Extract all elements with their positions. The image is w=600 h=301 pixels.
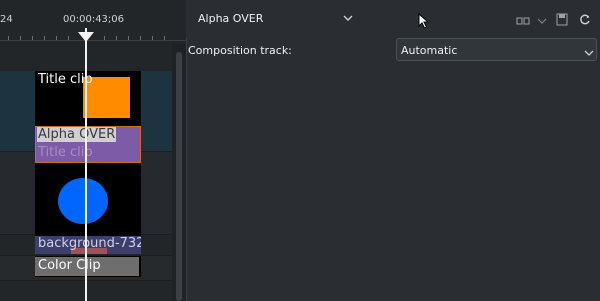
playhead-line[interactable] [85, 40, 87, 301]
reset-icon[interactable] [579, 11, 591, 25]
background-clip-thumbnail[interactable] [35, 163, 141, 236]
title-clip[interactable]: Title clip [35, 71, 141, 126]
ruler-label-left: 24 [0, 14, 13, 25]
chevron-down-icon[interactable] [537, 12, 547, 24]
title-dropdown-chevron-icon[interactable] [342, 10, 354, 24]
panel-title: Alpha OVER [198, 12, 264, 25]
save-icon[interactable] [556, 11, 568, 26]
background-clip[interactable]: background-732 [35, 236, 141, 254]
mouse-pointer-icon [418, 12, 432, 29]
title-clip-ghost-label: Title clip [38, 145, 93, 160]
timeline-scroll-thumb[interactable] [176, 52, 182, 301]
color-clip-label: Color Clip [38, 258, 101, 273]
ruler-timecode: 00:00:43;06 [63, 14, 125, 25]
compare-icon[interactable] [516, 12, 530, 25]
background-clip-label: background-732 [38, 236, 141, 251]
composition-track-select[interactable]: Automatic [396, 38, 597, 61]
composition-track-value: Automatic [401, 44, 458, 57]
alpha-over-composition[interactable]: Alpha OVER Title clip [35, 126, 141, 163]
alpha-over-label: Alpha OVER [37, 127, 116, 142]
timeline-panel[interactable]: 24 00:00:43;06 Title clip Alpha OVER Tit… [0, 0, 186, 301]
panel-header: Alpha OVER [186, 0, 600, 38]
composition-chevron-down-icon [584, 44, 594, 56]
title-clip-label: Title clip [38, 72, 93, 87]
circle-shape [58, 178, 108, 224]
composition-track-label: Composition track: [188, 44, 292, 57]
color-clip[interactable]: Color Clip [35, 256, 141, 277]
